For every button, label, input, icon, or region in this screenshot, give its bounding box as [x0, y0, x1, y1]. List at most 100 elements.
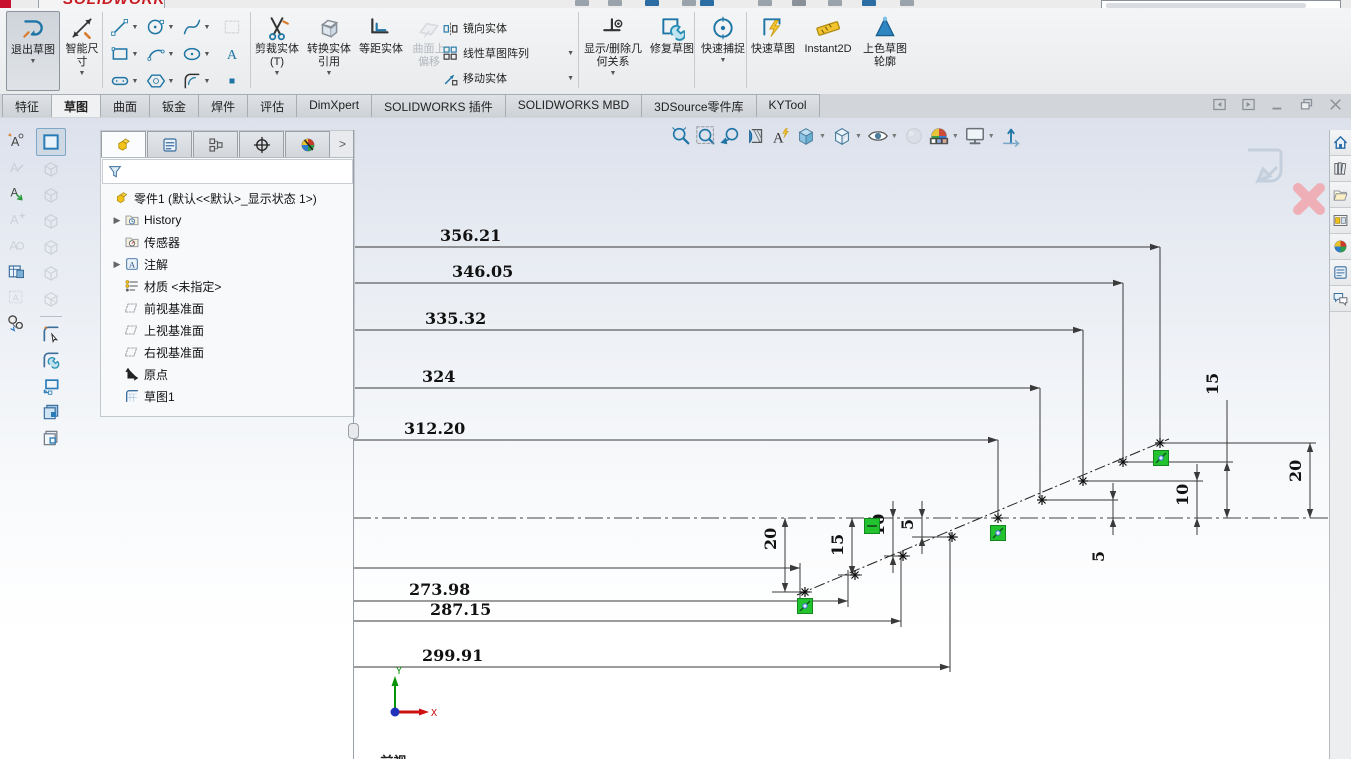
dropdown-arrow-icon[interactable]: ▼	[855, 133, 862, 140]
corner-rectangle-button[interactable]: ▼	[107, 41, 141, 67]
dropdown-arrow-icon[interactable]: ▼	[819, 133, 826, 140]
panel-tab-dimxpertmanager[interactable]	[239, 131, 284, 157]
display-delete-relations-button[interactable]: 显示/删除几何关系▼	[582, 11, 644, 89]
design-table-button[interactable]	[2, 258, 30, 284]
tree-item-原点[interactable]: 原点	[101, 363, 354, 385]
view-left-button[interactable]	[37, 208, 65, 234]
sketch-point[interactable]	[800, 587, 810, 597]
restore-button[interactable]	[1299, 97, 1314, 112]
sketch-point[interactable]	[1118, 457, 1128, 467]
offset-entities-button[interactable]: 等距实体	[358, 11, 404, 89]
back-display-button[interactable]	[37, 425, 65, 451]
collapse-pane-left-button[interactable]	[1212, 97, 1227, 112]
search-input[interactable]	[1101, 0, 1341, 8]
annotation-add-button[interactable]: A	[2, 206, 30, 232]
sketch-text-button[interactable]: A	[215, 41, 249, 67]
tab-KYTool[interactable]: KYTool	[756, 94, 820, 117]
relation-badge-coincident[interactable]	[991, 526, 1006, 541]
dimension-label[interactable]: 346.05	[452, 262, 513, 281]
sketch-picture-button[interactable]	[37, 373, 65, 399]
sketch-point[interactable]	[898, 551, 908, 561]
solidworks-resources-tab[interactable]	[1330, 130, 1351, 156]
panel-expand-arrow[interactable]: >	[339, 137, 346, 151]
dimension-label[interactable]: 20	[1286, 460, 1305, 482]
point-button[interactable]	[215, 68, 249, 94]
tree-item-前视基准面[interactable]: 前视基准面	[101, 297, 354, 319]
tab-曲面[interactable]: 曲面	[100, 94, 150, 117]
tree-filter-input[interactable]	[127, 162, 352, 181]
tree-item-注解[interactable]: ▶A注解	[101, 253, 354, 275]
dimension-label[interactable]: 356.21	[440, 226, 501, 245]
normal-to-button[interactable]	[36, 128, 66, 156]
dimension-312.20[interactable]: 312.20	[353, 419, 998, 516]
sketch-point[interactable]	[1037, 495, 1047, 505]
display-style-button[interactable]	[831, 125, 853, 147]
zoom-to-fit-button[interactable]	[670, 125, 692, 147]
move-entities-button[interactable]: 移动实体▼	[442, 66, 574, 90]
dimension-356.21[interactable]: 356.21	[353, 226, 1160, 443]
edit-appearance-button[interactable]	[903, 125, 925, 147]
dimension-335.32[interactable]: 335.32	[353, 309, 1083, 481]
dimension-label[interactable]: 299.91	[422, 646, 483, 665]
apply-scene-button[interactable]	[928, 125, 950, 147]
tab-DimXpert[interactable]: DimXpert	[296, 94, 372, 117]
dimension-label[interactable]: 15	[828, 534, 847, 556]
exit-sketch-button[interactable]: 退出草图▼	[6, 11, 60, 91]
dimension-label[interactable]: 15	[1203, 373, 1222, 395]
graphics-area[interactable]: 356.21346.05335.32324312.20273.98287.152…	[0, 118, 1351, 759]
tab-焊件[interactable]: 焊件	[198, 94, 248, 117]
belt-chain-button[interactable]	[2, 310, 30, 336]
quick-snaps-button[interactable]: 快速捕捉▼	[700, 11, 746, 89]
dropdown-arrow-icon[interactable]: ▼	[891, 133, 898, 140]
view-back-button[interactable]	[37, 182, 65, 208]
tab-特征[interactable]: 特征	[2, 94, 52, 117]
cancel-sketch-corner-icon[interactable]	[1298, 188, 1320, 210]
view-isometric-button[interactable]	[37, 286, 65, 312]
dimension-20[interactable]: 20	[761, 518, 812, 592]
shaded-sketch-contours-button[interactable]: 上色草图轮廓	[860, 11, 910, 89]
file-explorer-tab[interactable]	[1330, 182, 1351, 208]
dimension-label[interactable]: 287.15	[430, 600, 491, 619]
tab-钣金[interactable]: 钣金	[149, 94, 199, 117]
tree-root[interactable]: 零件1 (默认<<默认>_显示状态 1>)	[101, 187, 354, 209]
datum-feature-button[interactable]: A	[2, 180, 30, 206]
dimension-label[interactable]: 312.20	[404, 419, 465, 438]
trim-entities-button[interactable]: 剪裁实体(T)▼	[254, 11, 300, 89]
note-button[interactable]: A	[2, 128, 30, 154]
panel-splitter[interactable]	[353, 130, 354, 759]
minimize-button[interactable]	[1270, 97, 1285, 112]
panel-tab-displaymanager[interactable]	[285, 131, 330, 157]
sketch-point[interactable]	[993, 513, 1003, 523]
close-button[interactable]	[1328, 97, 1343, 112]
tree-item-History[interactable]: ▶History	[101, 209, 354, 231]
dimension-label[interactable]: 324	[422, 367, 455, 386]
relation-badge-horizontal[interactable]	[865, 519, 880, 534]
expander-icon[interactable]: ▶	[111, 259, 123, 270]
tab-评估[interactable]: 评估	[247, 94, 297, 117]
annotation-pattern-button[interactable]: A	[2, 284, 30, 310]
dimension-5[interactable]: 5	[1042, 483, 1118, 562]
tree-item-上视基准面[interactable]: 上视基准面	[101, 319, 354, 341]
linear-sketch-pattern-button[interactable]: 线性草图阵列▼	[442, 41, 574, 65]
panel-tab-configurationmanager[interactable]	[193, 131, 238, 157]
dimension-label[interactable]: 5	[1089, 551, 1108, 562]
three-point-arc-button[interactable]: ▼	[143, 41, 177, 67]
sketch-point[interactable]	[1155, 438, 1165, 448]
sketch-point[interactable]	[947, 532, 957, 542]
section-view-button[interactable]	[745, 125, 767, 147]
spline-button[interactable]: ▼	[179, 14, 213, 40]
dimension-label[interactable]: 10	[1173, 484, 1192, 506]
dimension-15[interactable]: 15	[828, 518, 862, 575]
hide-show-items-button[interactable]	[867, 125, 889, 147]
appearances-scenes-tab[interactable]	[1330, 234, 1351, 260]
tab-草图[interactable]: 草图	[51, 94, 101, 117]
solidworks-forum-tab[interactable]	[1330, 286, 1351, 312]
tab-SOLIDWORKS 插件[interactable]: SOLIDWORKS 插件	[371, 94, 506, 117]
view-palette-tab[interactable]	[1330, 208, 1351, 234]
tab-3DSource零件库[interactable]: 3DSource零件库	[641, 94, 756, 117]
reference-plane-button[interactable]	[215, 14, 249, 40]
relation-badge-coincident[interactable]	[1154, 451, 1169, 466]
straight-slot-button[interactable]: ▼	[107, 68, 141, 94]
view-orientation-button[interactable]	[795, 125, 817, 147]
dropdown-arrow-icon[interactable]: ▼	[952, 133, 959, 140]
